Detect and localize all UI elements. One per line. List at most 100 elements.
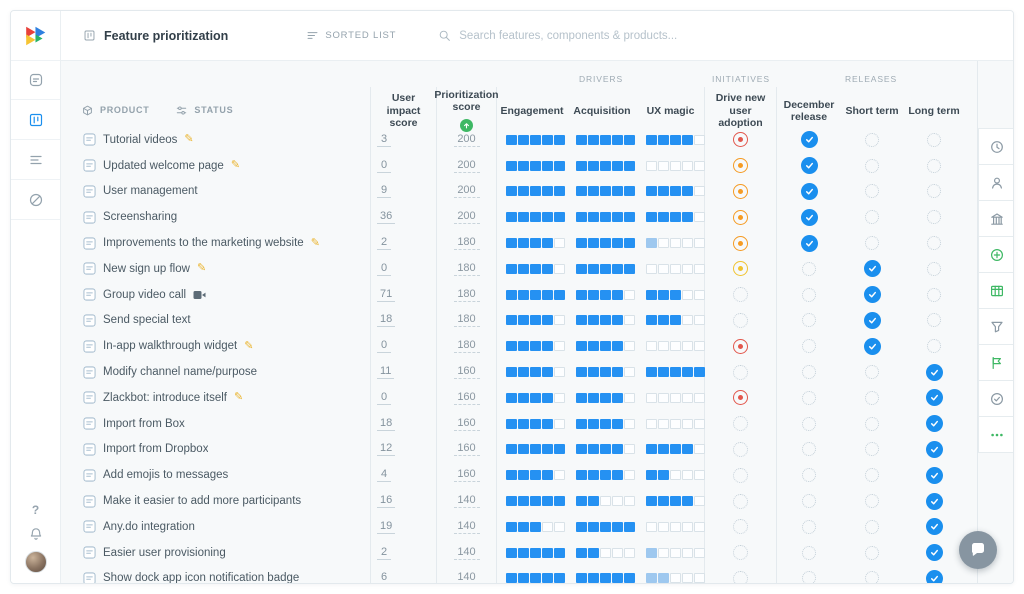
rating-segment[interactable] — [658, 367, 669, 378]
release-short-cell[interactable] — [841, 437, 903, 463]
release-short-cell[interactable] — [841, 385, 903, 411]
table-row[interactable]: Import from Box 18 160 — [61, 410, 977, 437]
rating-segment[interactable] — [694, 392, 705, 403]
ux-magic-rating[interactable] — [637, 281, 705, 308]
prioritization-score-cell[interactable]: 200 — [437, 127, 497, 153]
rating-segment[interactable] — [554, 238, 565, 249]
user-impact-cell[interactable]: 18 — [371, 307, 437, 334]
release-short-cell[interactable] — [841, 153, 903, 179]
acquisition-rating[interactable] — [567, 488, 637, 514]
rating-segment[interactable] — [518, 367, 529, 378]
rating-segment[interactable] — [658, 547, 669, 558]
table-row[interactable]: Improvements to the marketing website ✎ 2 1… — [61, 230, 977, 256]
feature-name-cell[interactable]: Improvements to the marketing website ✎ — [61, 230, 371, 256]
rating-segment[interactable] — [530, 160, 541, 171]
acquisition-rating[interactable] — [567, 514, 637, 540]
rating-segment[interactable] — [670, 418, 681, 429]
rating-segment[interactable] — [588, 315, 599, 326]
user-impact-cell[interactable]: 0 — [371, 384, 437, 411]
release-short-cell[interactable] — [841, 566, 903, 583]
release-december-cell[interactable] — [777, 359, 841, 385]
rating-segment[interactable] — [624, 315, 635, 326]
engagement-rating[interactable] — [497, 308, 567, 334]
drive-adoption-cell[interactable] — [705, 384, 777, 411]
rating-segment[interactable] — [506, 134, 517, 145]
rating-segment[interactable] — [542, 521, 553, 532]
release-december-cell[interactable] — [777, 153, 841, 179]
acquisition-rating[interactable] — [567, 385, 637, 411]
release-long-cell[interactable] — [903, 540, 965, 566]
rating-segment[interactable] — [518, 418, 529, 429]
rating-segment[interactable] — [670, 160, 681, 171]
rating-segment[interactable] — [518, 238, 529, 249]
release-long-cell[interactable] — [903, 282, 965, 308]
ux-magic-rating[interactable] — [637, 488, 705, 514]
rating-segment[interactable] — [682, 547, 693, 558]
user-impact-cell[interactable]: 36 — [371, 204, 437, 231]
user-impact-cell[interactable]: 4 — [371, 462, 437, 489]
acquisition-rating[interactable] — [567, 359, 637, 385]
user-impact-cell[interactable]: 0 — [371, 152, 437, 179]
rating-segment[interactable] — [670, 238, 681, 249]
rating-segment[interactable] — [646, 134, 657, 145]
rating-segment[interactable] — [694, 470, 705, 481]
rating-segment[interactable] — [542, 315, 553, 326]
acquisition-rating[interactable] — [567, 127, 637, 153]
rating-segment[interactable] — [530, 238, 541, 249]
ux-magic-rating[interactable] — [637, 410, 705, 437]
rating-segment[interactable] — [530, 573, 541, 583]
rating-segment[interactable] — [576, 186, 587, 197]
rating-segment[interactable] — [588, 341, 599, 352]
rating-segment[interactable] — [658, 212, 669, 223]
tool-table[interactable] — [978, 272, 1013, 309]
rating-segment[interactable] — [518, 134, 529, 145]
rating-segment[interactable] — [530, 289, 541, 300]
release-december-cell[interactable] — [777, 282, 841, 308]
acquisition-rating[interactable] — [567, 256, 637, 282]
release-december-cell[interactable] — [777, 179, 841, 205]
rating-segment[interactable] — [588, 160, 599, 171]
rating-segment[interactable] — [542, 496, 553, 507]
rating-segment[interactable] — [518, 444, 529, 455]
rating-segment[interactable] — [530, 341, 541, 352]
release-december-cell[interactable] — [777, 204, 841, 230]
rating-segment[interactable] — [588, 263, 599, 274]
rating-segment[interactable] — [554, 392, 565, 403]
rating-segment[interactable] — [682, 238, 693, 249]
rating-segment[interactable] — [576, 263, 587, 274]
rating-segment[interactable] — [576, 341, 587, 352]
rating-segment[interactable] — [646, 289, 657, 300]
acquisition-rating[interactable] — [567, 204, 637, 230]
rating-segment[interactable] — [542, 289, 553, 300]
table-row[interactable]: Any.do integration 19 140 — [61, 513, 977, 540]
acquisition-rating[interactable] — [567, 333, 637, 359]
rating-segment[interactable] — [576, 496, 587, 507]
rating-segment[interactable] — [658, 263, 669, 274]
rating-segment[interactable] — [624, 134, 635, 145]
rating-segment[interactable] — [694, 315, 705, 326]
engagement-rating[interactable] — [497, 179, 567, 205]
rating-segment[interactable] — [682, 573, 693, 583]
rating-segment[interactable] — [518, 496, 529, 507]
release-short-cell[interactable] — [841, 282, 903, 308]
tool-more[interactable] — [978, 416, 1013, 453]
rating-segment[interactable] — [694, 496, 705, 507]
release-long-cell[interactable] — [903, 179, 965, 205]
drive-adoption-cell[interactable] — [705, 410, 777, 437]
rating-segment[interactable] — [600, 547, 611, 558]
rating-segment[interactable] — [542, 238, 553, 249]
drive-adoption-cell[interactable] — [705, 513, 777, 540]
rating-segment[interactable] — [658, 341, 669, 352]
rating-segment[interactable] — [670, 263, 681, 274]
release-december-cell[interactable] — [777, 256, 841, 282]
acquisition-rating[interactable] — [567, 411, 637, 437]
acquisition-rating[interactable] — [567, 282, 637, 308]
engagement-rating[interactable] — [497, 256, 567, 282]
rating-segment[interactable] — [646, 496, 657, 507]
rating-segment[interactable] — [588, 212, 599, 223]
rating-segment[interactable] — [694, 289, 705, 300]
rating-segment[interactable] — [694, 212, 705, 223]
drive-adoption-cell[interactable] — [705, 436, 777, 463]
rating-segment[interactable] — [530, 134, 541, 145]
drive-adoption-cell[interactable] — [705, 230, 777, 256]
